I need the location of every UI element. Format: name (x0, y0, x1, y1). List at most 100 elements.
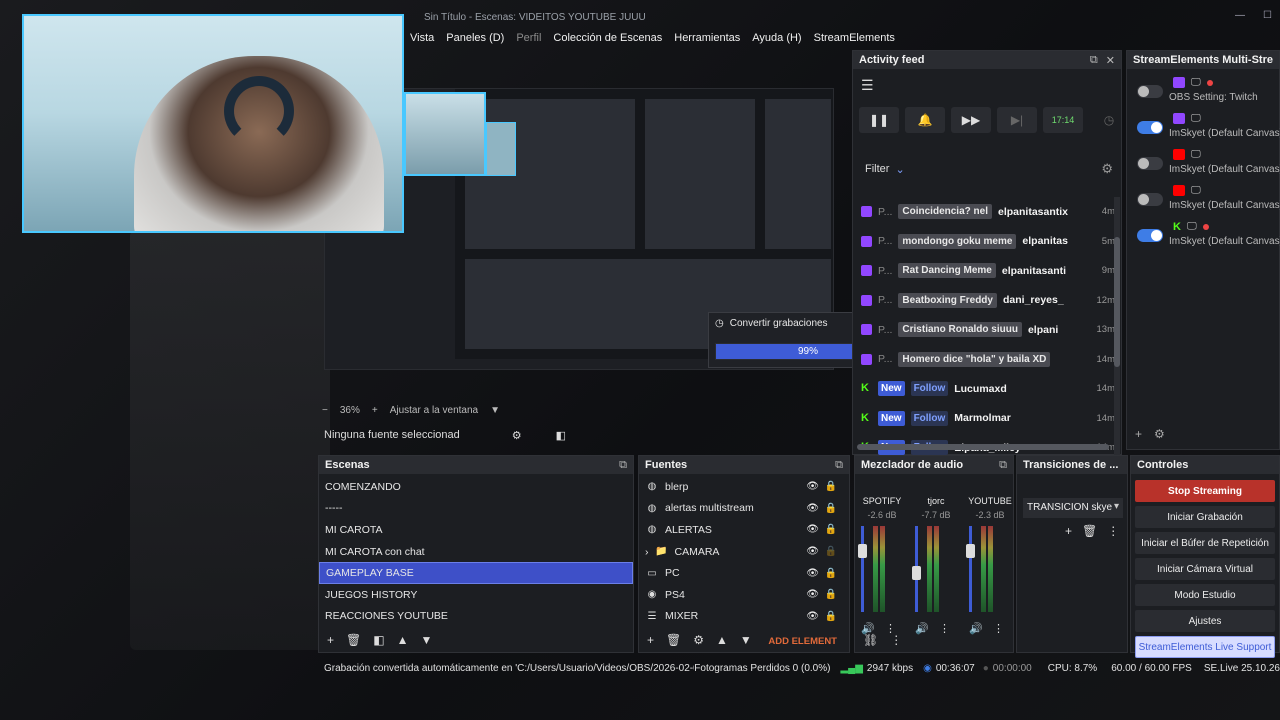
eye-icon[interactable]: 👁 (806, 611, 819, 622)
target-toggle[interactable] (1137, 157, 1163, 170)
move-down-button[interactable]: ▼ (420, 633, 432, 647)
more-icon[interactable]: ⋮ (890, 633, 902, 647)
eye-icon[interactable]: 👁 (806, 503, 819, 514)
maximize-button[interactable]: ☐ (1263, 10, 1272, 21)
scene-item[interactable]: REACCIONES YOUTUBE (319, 606, 633, 628)
transition-select[interactable]: TRANSICION skye ▾ (1023, 498, 1123, 518)
control-button[interactable]: Stop Streaming (1135, 480, 1275, 502)
add-element-button[interactable]: ADD ELEMENT (768, 636, 837, 647)
add-icon[interactable]: + (1065, 524, 1072, 538)
more-icon[interactable]: ⋮ (1107, 524, 1119, 538)
fader-knob[interactable] (912, 565, 921, 580)
source-item[interactable]: ◍ ALERTAS 👁 🔒 (639, 519, 849, 541)
control-button[interactable]: StreamElements Live Support (1135, 636, 1275, 658)
lock-icon[interactable]: 🔒 (825, 503, 837, 514)
target-toggle[interactable] (1137, 193, 1163, 206)
more-icon[interactable]: ⋮ (885, 622, 896, 635)
move-up-button[interactable]: ▲ (716, 633, 728, 647)
menu-item[interactable]: Paneles (D) (446, 32, 504, 48)
add-source-button[interactable]: + (647, 633, 654, 647)
speaker-icon[interactable]: 🔊 (969, 622, 983, 635)
eye-icon[interactable]: 👁 (806, 481, 819, 492)
speaker-icon[interactable]: 🔊 (915, 622, 929, 635)
menu-item[interactable]: Vista (410, 32, 434, 48)
lock-icon[interactable]: 🔒 (825, 568, 837, 579)
source-item[interactable]: ◉ PS4 👁 🔒 (639, 584, 849, 606)
volume-fader[interactable] (969, 526, 972, 612)
target-toggle[interactable] (1137, 121, 1163, 134)
lock-icon[interactable]: 🔒 (825, 611, 837, 622)
lock-icon[interactable]: 🔒 (825, 589, 837, 600)
menu-item[interactable]: Perfil (516, 32, 541, 48)
scene-item[interactable]: MI CAROTA (319, 519, 633, 541)
eye-icon[interactable]: 👁 (806, 546, 819, 557)
target-toggle[interactable] (1137, 85, 1163, 98)
control-button[interactable]: Iniciar el Búfer de Repetición (1135, 532, 1275, 554)
zoom-fit-label[interactable]: Ajustar a la ventana (390, 405, 478, 416)
float-icon[interactable]: ⧉ (619, 459, 627, 472)
fader-knob[interactable] (966, 544, 975, 559)
source-item[interactable]: ☰ MIXER 👁 🔒 (639, 606, 849, 628)
timer-button[interactable]: 17:14 (1043, 107, 1083, 133)
feed-hscrollbar[interactable] (857, 444, 1109, 450)
zoom-in-button[interactable]: + (372, 405, 378, 416)
float-icon[interactable]: ⧉ (835, 459, 843, 472)
control-button[interactable]: Iniciar Grabación (1135, 506, 1275, 528)
scene-item[interactable]: COMENZANDO (319, 476, 633, 498)
target-toggle[interactable] (1137, 229, 1163, 242)
minimize-button[interactable]: — (1235, 10, 1245, 21)
control-button[interactable]: Modo Estudio (1135, 584, 1275, 606)
add-scene-button[interactable]: + (327, 633, 334, 647)
more-icon[interactable]: ⋮ (993, 622, 1004, 635)
gear-icon[interactable]: ⚙ (693, 633, 704, 647)
eye-icon[interactable]: 👁 (806, 568, 819, 579)
move-up-button[interactable]: ▲ (397, 633, 409, 647)
bell-icon[interactable]: 🔔 (905, 107, 945, 133)
feed-event[interactable]: P... Beatboxing Freddy dani_reyes_ 12m (853, 286, 1115, 316)
feed-event[interactable]: K New Follow Marmolmar 14m (853, 404, 1115, 434)
lock-icon[interactable]: 🔒 (825, 524, 837, 535)
scene-item[interactable]: GAMEPLAY BASE (319, 562, 633, 584)
pause-button[interactable]: ❚❚ (859, 107, 899, 133)
source-item[interactable]: ▭ PC 👁 🔒 (639, 562, 849, 584)
feed-event[interactable]: P... Homero dice "hola" y baila XD 14m (853, 345, 1115, 375)
skip-button[interactable]: ▶| (997, 107, 1037, 133)
lock-icon[interactable]: 🔒 (825, 546, 837, 557)
feed-event[interactable]: P... Rat Dancing Meme elpanitasanti 9m (853, 256, 1115, 286)
zoom-out-button[interactable]: − (322, 405, 328, 416)
chevron-right-icon[interactable]: › (645, 546, 649, 558)
float-icon[interactable]: ⧉ (999, 459, 1007, 472)
gear-icon[interactable]: ⚙ (1101, 161, 1113, 177)
source-item[interactable]: › 📁 CAMARA 👁 🔒 (639, 541, 849, 563)
menu-item[interactable]: StreamElements (814, 32, 895, 48)
lock-icon[interactable]: 🔒 (825, 481, 837, 492)
filter-dropdown[interactable]: Filter ⌄ (865, 163, 905, 176)
control-button[interactable]: Iniciar Cámara Virtual (1135, 558, 1275, 580)
fast-forward-button[interactable]: ▶▶ (951, 107, 991, 133)
filters-icon[interactable]: ◧ (373, 633, 384, 647)
gear-icon[interactable]: ⚙ (512, 429, 522, 442)
menu-item[interactable]: Herramientas (674, 32, 740, 48)
scene-item[interactable]: MI CAROTA con chat (319, 541, 633, 563)
source-item[interactable]: ◍ blerp 👁 🔒 (639, 476, 849, 498)
speaker-icon[interactable]: 🔊 (861, 622, 875, 635)
history-icon[interactable]: ◷ (1089, 107, 1129, 133)
eye-icon[interactable]: 👁 (806, 524, 819, 535)
filters-icon[interactable]: ◧ (556, 429, 566, 442)
menu-item[interactable]: Colección de Escenas (553, 32, 662, 48)
add-icon[interactable]: + (1135, 427, 1142, 441)
trash-icon[interactable]: 🗑 (1082, 524, 1097, 538)
trash-icon[interactable]: 🗑 (666, 633, 681, 647)
feed-event[interactable]: P... Coincidencia? nel elpanitasantix 4m (853, 197, 1115, 227)
feed-event[interactable]: P... mondongo goku meme elpanitas 5m (853, 227, 1115, 257)
menu-icon[interactable]: ☰ (861, 77, 874, 94)
scene-item[interactable]: JUEGOS HISTORY (319, 584, 633, 606)
close-icon[interactable]: ✕ (1106, 54, 1115, 67)
menu-item[interactable]: Ayuda (H) (752, 32, 801, 48)
more-icon[interactable]: ⋮ (939, 622, 950, 635)
fader-knob[interactable] (858, 544, 867, 559)
feed-scrollbar[interactable] (1114, 197, 1120, 455)
eye-icon[interactable]: 👁 (806, 589, 819, 600)
trash-icon[interactable]: 🗑 (346, 633, 361, 647)
move-down-button[interactable]: ▼ (740, 633, 752, 647)
